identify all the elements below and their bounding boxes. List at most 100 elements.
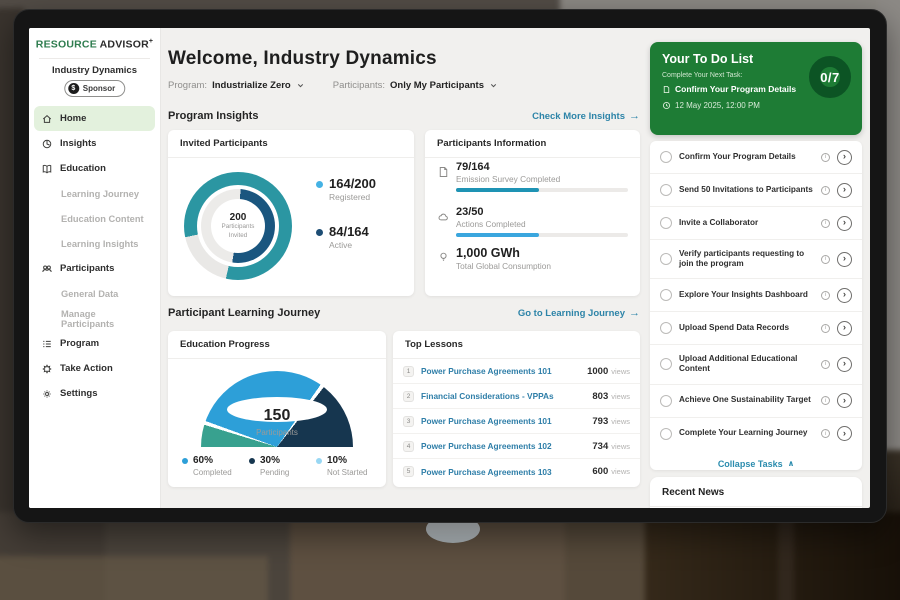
lesson-title-link[interactable]: Financial Considerations - VPPAs [421,391,585,401]
chevron-right-button[interactable]: › [837,216,852,231]
info-icon[interactable]: i [821,396,830,405]
chevron-right-button[interactable]: › [837,252,852,267]
chevron-right-button[interactable]: › [837,150,852,165]
todo-item-invite-collaborator[interactable]: Invite a Collaborator i › [650,207,862,240]
survey-value: 79/164 [456,161,490,173]
info-icon[interactable]: i [821,291,830,300]
legend-label: Registered [329,192,376,202]
todo-item-complete-learning-journey[interactable]: Complete Your Learning Journey i › [650,418,862,450]
lesson-title-link[interactable]: Power Purchase Agreements 103 [421,467,585,477]
todo-item-label: Upload Additional Educational Content [679,354,814,375]
gauge-legend: 60% Completed 30% Pending 10% Not Starte… [182,455,383,477]
brand-part2: ADVISOR [100,39,149,51]
lesson-title-link[interactable]: Power Purchase Agreements 101 [421,366,580,376]
photo-stage: RESOURCE ADVISOR+ Industry Dynamics $ Sp… [0,0,900,600]
lesson-views: 600 [592,466,608,477]
actions-cloud-icon [437,210,450,224]
chevron-right-button[interactable]: › [837,183,852,198]
sidebar-item-take-action[interactable]: Take Action [34,356,155,381]
checkbox[interactable] [660,428,672,440]
info-icon[interactable]: i [821,186,830,195]
legend-value: 30% [260,455,280,466]
todo-item-label: Complete Your Learning Journey [679,428,814,439]
info-icon[interactable]: i [821,429,830,438]
todo-subtitle: Complete Your Next Task: [662,72,742,79]
todo-item-confirm-program[interactable]: Confirm Your Program Details i › [650,141,862,174]
collapse-tasks-label: Collapse Tasks [718,459,783,469]
go-to-learning-journey-link[interactable]: Go to Learning Journey → [518,308,640,319]
checkbox[interactable] [660,358,672,370]
checkbox[interactable] [660,289,672,301]
lesson-rank: 2 [403,391,414,402]
participants-select[interactable]: Participants: Only My Participants [333,80,498,91]
sidebar-item-learning-journey[interactable]: Learning Journey [34,181,155,206]
info-icon[interactable]: i [821,219,830,228]
legend-value: 164/200 [329,176,376,191]
checkbox[interactable] [660,217,672,229]
home-icon [41,113,53,125]
chevron-right-button[interactable]: › [837,321,852,336]
lesson-rank: 1 [403,366,414,377]
donut-legend: 164/200 Registered 84/164 Active [316,176,376,250]
sidebar-item-general-data[interactable]: General Data [34,281,155,306]
views-suffix: views [611,467,630,476]
lesson-title-link[interactable]: Power Purchase Agreements 102 [421,441,585,451]
checkbox[interactable] [660,395,672,407]
chevron-right-button[interactable]: › [837,393,852,408]
sidebar-item-label: General Data [61,289,118,299]
check-more-insights-link[interactable]: Check More Insights → [532,111,640,122]
checkbox[interactable] [660,184,672,196]
checkbox[interactable] [660,253,672,265]
sidebar-item-education-content[interactable]: Education Content [34,206,155,231]
lesson-row[interactable]: 4 Power Purchase Agreements 102 734views [393,434,640,459]
task-document-icon [662,85,671,94]
sidebar-item-education[interactable]: Education [34,156,155,181]
todo-item-explore-insights[interactable]: Explore Your Insights Dashboard i › [650,279,862,312]
sponsor-badge: $ Sponsor [64,80,125,97]
chevron-right-button[interactable]: › [837,357,852,372]
sidebar-item-participants[interactable]: Participants [34,256,155,281]
legend-label: Pending [260,468,316,477]
lesson-rank: 5 [403,466,414,477]
todo-next-task: Confirm Your Program Details [662,84,796,94]
card-title: Invited Participants [168,130,414,158]
top-lessons-card: Top Lessons 1 Power Purchase Agreements … [393,331,640,487]
program-select[interactable]: Program: Industrialize Zero [168,80,305,91]
app-logo: RESOURCE ADVISOR+ [29,38,160,51]
todo-item-send-invitations[interactable]: Send 50 Invitations to Participants i › [650,174,862,207]
sidebar-item-label: Learning Journey [61,189,139,199]
sidebar-item-program[interactable]: Program [34,331,155,356]
todo-item-verify-participants[interactable]: Verify participants requesting to join t… [650,240,862,279]
info-icon[interactable]: i [821,360,830,369]
info-icon[interactable]: i [821,324,830,333]
todo-item-achieve-target[interactable]: Achieve One Sustainability Target i › [650,385,862,418]
sidebar-item-insights[interactable]: Insights [34,131,155,156]
legend-label: Active [329,240,369,250]
sidebar-item-manage-participants[interactable]: Manage Participants [34,306,155,331]
chevron-up-icon: ∧ [788,459,795,468]
checkbox[interactable] [660,151,672,163]
gauge-center-label: Participants [201,428,353,437]
sidebar-item-home[interactable]: Home [34,106,155,131]
lesson-row[interactable]: 5 Power Purchase Agreements 103 600views [393,459,640,484]
insights-icon [41,138,53,150]
sidebar-item-label: Home [60,113,86,124]
chevron-right-button[interactable]: › [837,426,852,441]
lesson-title-link[interactable]: Power Purchase Agreements 101 [421,416,585,426]
collapse-tasks-link[interactable]: Collapse Tasks ∧ [650,450,862,478]
todo-item-upload-educational-content[interactable]: Upload Additional Educational Content i … [650,345,862,384]
todo-item-upload-spend-data[interactable]: Upload Spend Data Records i › [650,312,862,345]
sidebar-item-learning-insights[interactable]: Learning Insights [34,231,155,256]
info-icon[interactable]: i [821,255,830,264]
sidebar-item-settings[interactable]: Settings [34,381,155,406]
lesson-row[interactable]: 3 Power Purchase Agreements 101 793views [393,409,640,434]
lesson-row[interactable]: 1 Power Purchase Agreements 101 1000view… [393,359,640,384]
todo-item-label: Send 50 Invitations to Participants [679,185,814,196]
participants-information-card: Participants Information 79/164 Emission… [425,130,640,296]
info-icon[interactable]: i [821,153,830,162]
gear-icon [41,388,53,400]
lesson-row[interactable]: 2 Financial Considerations - VPPAs 803vi… [393,384,640,409]
chevron-right-button[interactable]: › [837,288,852,303]
checkbox[interactable] [660,322,672,334]
legend-value: 10% [327,455,347,466]
